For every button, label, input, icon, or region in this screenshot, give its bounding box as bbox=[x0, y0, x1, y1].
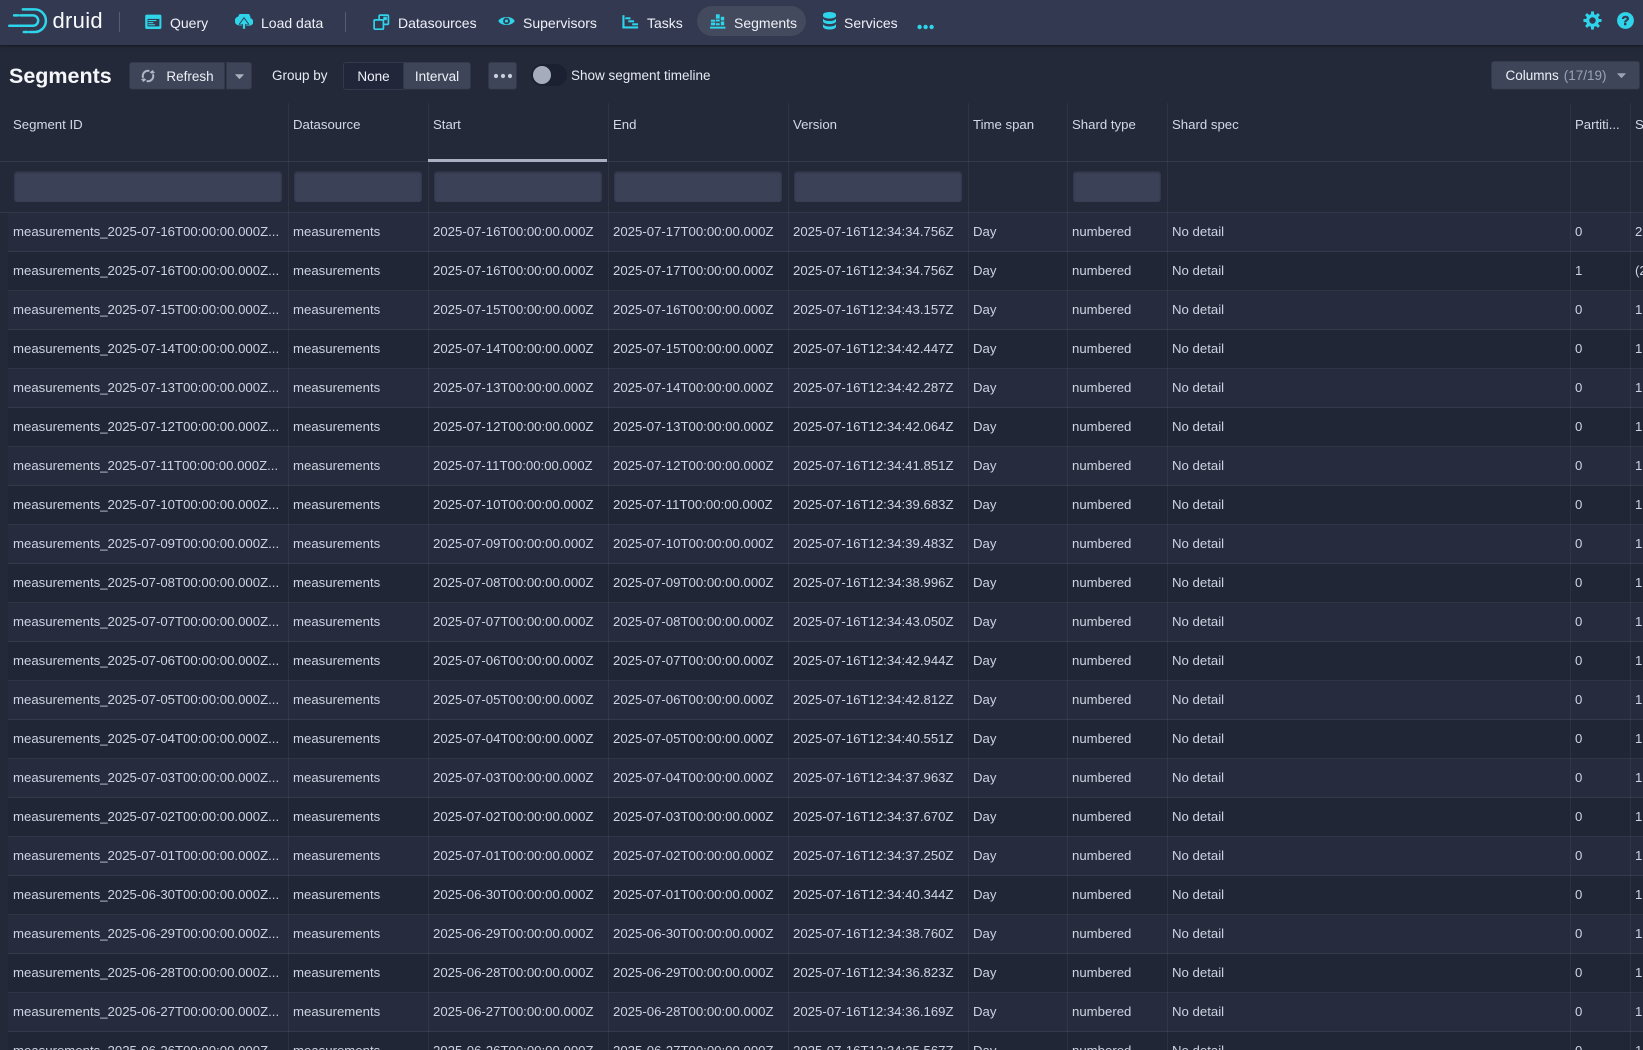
svg-text:?: ? bbox=[1622, 13, 1630, 28]
